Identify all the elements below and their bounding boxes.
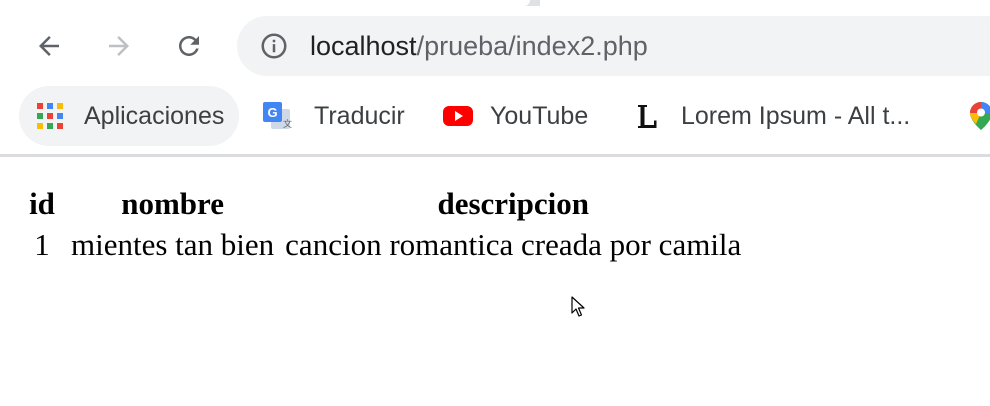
bookmark-lorem-ipsum[interactable]: Lorem Ipsum - All t... (632, 86, 910, 146)
bookmark-translate[interactable]: G 文 Traducir (262, 86, 405, 146)
info-icon[interactable] (259, 31, 289, 61)
svg-text:G: G (267, 105, 277, 120)
bookmark-label: Aplicaciones (84, 101, 225, 130)
bookmark-label: YouTube (490, 101, 589, 130)
active-tab-edge[interactable] (0, 0, 530, 6)
mouse-cursor-icon (571, 296, 585, 317)
google-maps-icon (970, 102, 990, 130)
address-bar[interactable]: localhost/prueba/index2.php (237, 16, 990, 76)
tab-strip (0, 0, 540, 6)
url-text[interactable]: localhost/prueba/index2.php (310, 29, 648, 63)
bookmark-label: Lorem Ipsum - All t... (681, 101, 911, 130)
bookmark-apps[interactable]: Aplicaciones (19, 86, 239, 146)
youtube-icon (443, 106, 473, 126)
table-row: 1 mientes tan bien cancion romantica cre… (21, 227, 744, 263)
data-table: id nombre descripcion 1 mientes tan bien… (16, 181, 749, 268)
bookmark-youtube[interactable]: YouTube (443, 86, 588, 146)
forward-button[interactable] (99, 26, 139, 66)
table-header-row: id nombre descripcion (21, 186, 744, 222)
browser-chrome: localhost/prueba/index2.php Aplicaciones… (0, 0, 990, 157)
bookmark-label: Traducir (314, 101, 405, 130)
cell-id: 1 (34, 227, 50, 262)
page-content: id nombre descripcion 1 mientes tan bien… (0, 157, 990, 406)
reload-icon (179, 36, 199, 56)
bookmarks-bar: Aplicaciones G 文 Traducir YouTube Lorem … (0, 86, 990, 146)
svg-text:文: 文 (283, 118, 292, 129)
lorem-ipsum-icon (638, 105, 657, 128)
apps-grid-icon (37, 103, 63, 129)
cell-nombre: mientes tan bien (71, 227, 275, 262)
reload-button[interactable] (169, 26, 209, 66)
arrow-right-icon (109, 36, 129, 56)
arrow-left-icon (39, 36, 59, 56)
google-translate-icon: G 文 (263, 102, 292, 129)
cell-descripcion: cancion romantica creada por camila (285, 227, 742, 262)
column-header-id: id (29, 186, 55, 221)
column-header-nombre: nombre (121, 186, 224, 221)
bookmark-maps[interactable] (966, 86, 990, 146)
url-path: /prueba/index2.php (416, 31, 648, 61)
url-host: localhost (310, 31, 417, 61)
column-header-descripcion: descripcion (437, 186, 590, 221)
back-button[interactable] (29, 26, 69, 66)
